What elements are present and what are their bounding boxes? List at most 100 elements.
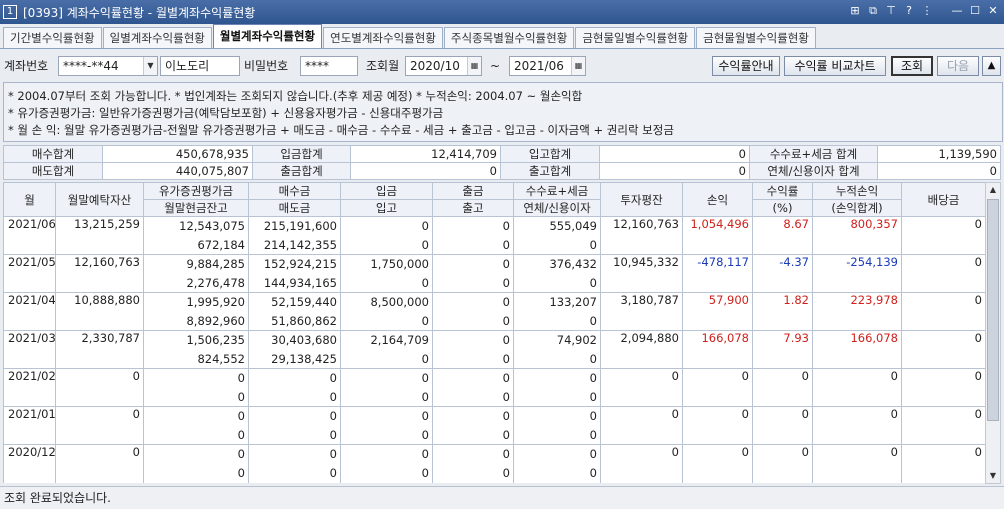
cell-div: 0 (901, 330, 986, 369)
cell-cum: 166,078 (812, 330, 902, 369)
cell-rate: 0 (752, 444, 813, 483)
cell-rate: -4.37 (752, 254, 813, 293)
account-number-select[interactable]: ****-**44 ▼ (58, 56, 158, 76)
col-header-rate[interactable]: 수익률 (752, 182, 813, 200)
summary-value: 450,678,935 (102, 145, 253, 163)
cell-pl: 1,054,496 (682, 216, 753, 255)
cell-pl: 0 (682, 444, 753, 483)
table-row[interactable]: 2021/05 12,160,763 9,884,285 152,924,215 1,7… (3, 254, 986, 293)
grid-scrollbar[interactable]: ▲ ▼ (985, 182, 1001, 484)
cell-rate: 8.67 (752, 216, 813, 255)
table-row[interactable]: 2021/01 0 0 0 0 0 0 0 0 0 0 0 (3, 406, 986, 445)
scroll-up-icon[interactable]: ▲ (986, 183, 1000, 197)
cell-avg: 0 (600, 406, 683, 445)
col-header-cash[interactable]: 월말현금잔고 (143, 199, 249, 217)
cell-cum: 223,978 (812, 292, 902, 331)
link-icon[interactable]: ⊞ (848, 4, 862, 18)
cell-deposit: 12,160,763 (55, 254, 144, 293)
cell-out: 0 (432, 444, 514, 464)
tab-gold-daily-return[interactable]: 금현물일별수익률현황 (575, 27, 696, 48)
cell-fee: 0 (513, 406, 601, 426)
cell-interest: 0 (513, 425, 601, 445)
col-header-interest[interactable]: 연체/신용이자 (513, 199, 601, 217)
password-field[interactable]: **** (300, 56, 358, 76)
col-header-avg[interactable]: 투자평잔 (600, 182, 683, 217)
cell-cum: 0 (812, 368, 902, 407)
search-button[interactable]: 조회 (891, 56, 933, 76)
cell-month: 2021/02 (3, 368, 56, 407)
col-header-pl[interactable]: 손익 (682, 182, 753, 217)
col-header-out[interactable]: 출금 (432, 182, 514, 200)
col-header-eval[interactable]: 유가증권평가금 (143, 182, 249, 200)
cell-rate: 0 (752, 406, 813, 445)
from-month-field[interactable]: 2020/10 ▦ (405, 56, 482, 76)
tab-yearly-account-return[interactable]: 연도별계좌수익률현황 (323, 27, 443, 48)
table-row[interactable]: 2021/03 2,330,787 1,506,235 30,403,680 2,164… (3, 330, 986, 369)
chevron-down-icon[interactable]: ▼ (143, 57, 157, 75)
close-icon[interactable]: ✕ (986, 4, 1000, 18)
collapse-up-button[interactable]: ▲ (982, 56, 1001, 76)
col-header-deposit[interactable]: 월말예탁자산 (55, 182, 144, 217)
table-row[interactable]: 2021/06 13,215,259 12,543,075 215,191,600 0 0… (3, 216, 986, 255)
cell-buy: 0 (248, 444, 341, 464)
from-month-value: 2020/10 (410, 59, 460, 73)
cell-deposit: 2,330,787 (55, 330, 144, 369)
cell-eval: 1,506,235 (143, 330, 249, 350)
settings-icon[interactable]: ⋮ (920, 4, 934, 18)
col-header-inq[interactable]: 입고 (340, 199, 433, 217)
compare-chart-button[interactable]: 수익률 비교차트 (784, 56, 886, 76)
scroll-thumb[interactable] (987, 199, 999, 421)
summary-value: 0 (599, 162, 750, 180)
calendar-icon[interactable]: ▦ (571, 57, 585, 75)
col-header-fee[interactable]: 수수료+세금 (513, 182, 601, 200)
calendar-icon[interactable]: ▦ (467, 57, 481, 75)
cell-cum: 800,357 (812, 216, 902, 255)
cell-pl: -478,117 (682, 254, 753, 293)
cell-div: 0 (901, 368, 986, 407)
cell-inq: 0 (340, 349, 433, 369)
tab-daily-account-return[interactable]: 일별계좌수익률현황 (102, 27, 212, 48)
tab-period-return[interactable]: 기간별수익률현황 (3, 27, 102, 48)
tab-monthly-account-return[interactable]: 월별계좌수익률현황 (212, 24, 323, 48)
tab-stock-monthly-return[interactable]: 주식종목별월수익률현황 (443, 27, 575, 48)
account-name-field: 이노도리 (160, 56, 240, 76)
to-month-field[interactable]: 2021/06 ▦ (509, 56, 586, 76)
col-header-div[interactable]: 배당금 (901, 182, 986, 217)
col-header-rate-unit[interactable]: (%) (752, 199, 813, 217)
col-header-cum[interactable]: 누적손익 (812, 182, 902, 200)
help-icon[interactable]: ? (902, 4, 916, 18)
col-header-in[interactable]: 입금 (340, 182, 433, 200)
summary-label: 출금합계 (252, 162, 351, 180)
col-header-month[interactable]: 월 (3, 182, 56, 217)
pin-icon[interactable]: ⊤ (884, 4, 898, 18)
tab-gold-monthly-return[interactable]: 금현물월별수익률현황 (696, 27, 816, 48)
minimize-icon[interactable]: — (950, 4, 964, 18)
table-row[interactable]: 2021/04 10,888,880 1,995,920 52,159,440 8,50… (3, 292, 986, 331)
table-row[interactable]: 2020/12 0 0 0 0 0 0 0 0 0 0 0 (3, 444, 986, 483)
restore-icon[interactable]: ⧉ (866, 4, 880, 18)
cell-outq: 0 (432, 387, 514, 407)
scroll-down-icon[interactable]: ▼ (986, 469, 1000, 483)
cell-outq: 0 (432, 311, 514, 331)
cell-fee: 74,902 (513, 330, 601, 350)
col-header-sell[interactable]: 매도금 (248, 199, 341, 217)
cell-div: 0 (901, 444, 986, 483)
cell-div: 0 (901, 292, 986, 331)
return-guide-button[interactable]: 수익률안내 (712, 56, 780, 76)
status-bar: 조회 완료되었습니다. (0, 486, 1004, 509)
note-line: * 월 손 익: 월말 유가증권평가금-전월말 유가증권평가금 + 매도금 - … (8, 123, 674, 137)
col-header-outq[interactable]: 출고 (432, 199, 514, 217)
cell-avg: 0 (600, 444, 683, 483)
col-header-cum-sub[interactable]: (손익합계) (812, 199, 902, 217)
col-header-buy[interactable]: 매수금 (248, 182, 341, 200)
next-button[interactable]: 다음 (937, 56, 979, 76)
cell-rate: 7.93 (752, 330, 813, 369)
window-title: [0393] 계좌수익률현황 - 월별계좌수익률현황 (23, 5, 256, 20)
cell-inq: 0 (340, 311, 433, 331)
note-line: * 유가증권평가금: 일반유가증권평가금(예탁담보포함) + 신용융자평가금 -… (8, 106, 444, 120)
cell-out: 0 (432, 330, 514, 350)
maximize-icon[interactable]: ☐ (968, 4, 982, 18)
cell-deposit: 0 (55, 406, 144, 445)
table-row[interactable]: 2021/02 0 0 0 0 0 0 0 0 0 0 0 (3, 368, 986, 407)
password-label: 비밀번호 (244, 59, 289, 73)
